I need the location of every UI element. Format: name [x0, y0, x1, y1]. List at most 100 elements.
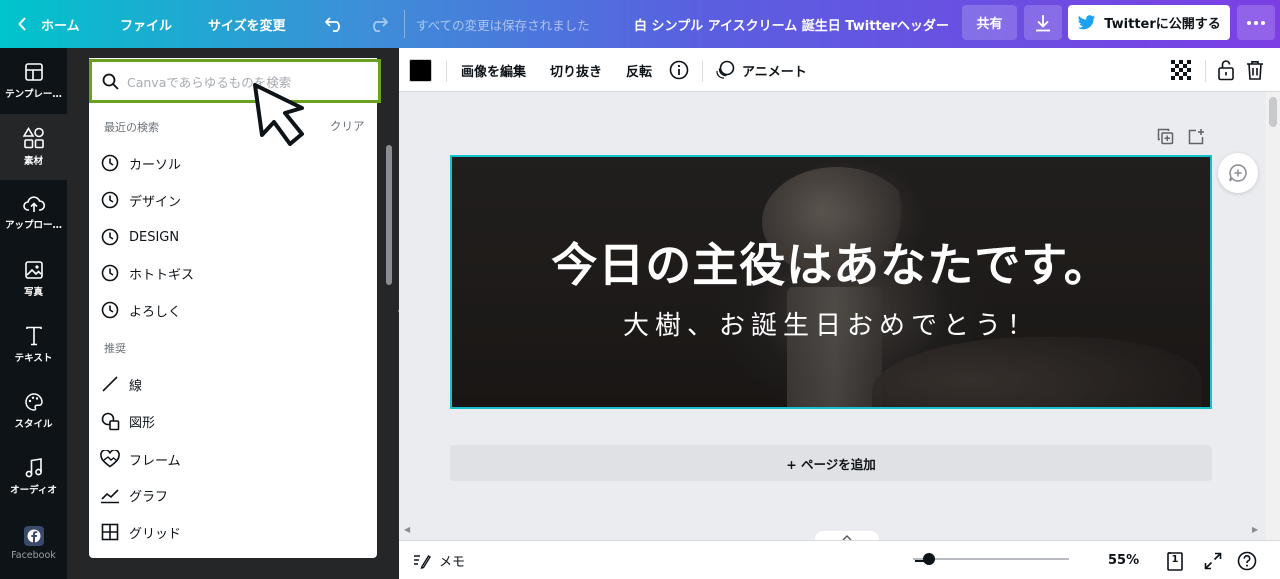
mouse-pointer-icon [252, 82, 322, 148]
text-icon [25, 326, 43, 346]
duplicate-page-icon[interactable] [1157, 128, 1174, 145]
rail-item-audio[interactable]: オーディオ [0, 444, 67, 510]
recommend-item-frame[interactable]: フレーム [100, 446, 360, 472]
rail-item-photos[interactable]: 写真 [0, 246, 67, 312]
recommend-item-shapes[interactable]: 図形 [100, 408, 360, 434]
recommend-item-line[interactable]: 線 [100, 371, 360, 397]
animate-label: アニメート [742, 64, 807, 80]
zoom-slider-track[interactable] [913, 558, 1069, 560]
recent-search-item[interactable]: よろしく [100, 297, 360, 323]
history-clock-icon [100, 263, 120, 283]
rail-item-templates[interactable]: テンプレー… [0, 48, 67, 114]
grid-icon [100, 522, 120, 542]
recent-searches-title: 最近の検索 [104, 121, 159, 134]
rail-label: オーディオ [10, 485, 57, 496]
zoom-percent[interactable]: 55% [1108, 541, 1139, 579]
scroll-left-arrow-icon[interactable]: ◀ [404, 525, 410, 534]
animate-button[interactable]: アニメート [715, 48, 807, 92]
help-button[interactable] [1237, 541, 1257, 579]
add-comment-button[interactable] [1218, 153, 1258, 193]
add-page-button[interactable]: + ページを追加 [450, 445, 1212, 481]
info-icon [669, 60, 689, 80]
help-question-icon [1237, 551, 1257, 571]
recent-search-label: デザイン [129, 194, 182, 210]
search-input[interactable]: Canvaであらゆるものを検索 [89, 59, 381, 103]
left-rail: テンプレー… 素材 アップロー… 写真 テキスト スタイル オーディオ Face… [0, 48, 67, 579]
rail-item-elements[interactable]: 素材 [0, 114, 67, 180]
add-page-icon[interactable] [1188, 128, 1205, 145]
page-count: 1 [1171, 553, 1179, 565]
document-title[interactable]: 白 シンプル アイスクリーム 誕生日 Twitterヘッダー [634, 0, 949, 48]
home-button[interactable]: ホーム [18, 0, 80, 48]
recent-search-label: カーソル [129, 157, 182, 173]
pages-icon: 1 [1165, 551, 1185, 571]
recent-search-label: DESIGN [129, 229, 180, 245]
design-subtitle-text[interactable]: 大樹、お誕生日おめでとう！ [452, 305, 1210, 342]
recent-search-item[interactable]: デザイン [100, 187, 360, 213]
rail-label: アップロー… [4, 220, 62, 231]
rail-label: Facebook [11, 549, 56, 561]
page-actions [1157, 128, 1205, 145]
rail-item-uploads[interactable]: アップロー… [0, 180, 67, 246]
bottom-bar: メモ 55% 1 [399, 540, 1280, 579]
crop-button[interactable]: 切り抜き [550, 48, 602, 92]
recommend-label: グラフ [129, 489, 169, 505]
undo-icon [325, 16, 345, 32]
panel-scrollbar[interactable] [386, 145, 392, 285]
more-dots-icon [1247, 20, 1265, 25]
line-icon [100, 374, 120, 394]
flip-button[interactable]: 反転 [626, 48, 652, 92]
recent-search-label: よろしく [129, 304, 182, 320]
clear-recent-button[interactable]: クリア [330, 118, 365, 134]
scrollbar-thumb[interactable] [1269, 97, 1277, 127]
recent-search-item[interactable]: カーソル [100, 150, 360, 176]
download-button[interactable] [1024, 5, 1062, 40]
palette-icon [24, 392, 44, 412]
recommend-item-chart[interactable]: グラフ [100, 482, 360, 508]
share-button[interactable]: 共有 [962, 5, 1017, 40]
notes-pencil-icon [413, 553, 431, 569]
page-count-button[interactable]: 1 [1165, 541, 1185, 579]
more-options-button[interactable] [1237, 5, 1275, 40]
lock-button[interactable] [1217, 48, 1235, 92]
color-swatch-button[interactable] [409, 48, 432, 92]
recommend-item-grid[interactable]: グリッド [100, 519, 360, 545]
recent-search-item[interactable]: DESIGN [100, 224, 360, 250]
info-button[interactable] [669, 48, 689, 92]
resize-button[interactable]: サイズを変更 [208, 0, 286, 48]
recommend-label: グリッド [129, 526, 182, 542]
chart-icon [100, 485, 120, 505]
animate-icon [715, 60, 735, 80]
redo-button[interactable] [368, 0, 388, 48]
notes-button[interactable]: メモ [413, 541, 465, 579]
notes-label: メモ [439, 555, 466, 570]
save-status: すべての変更は保存されました [416, 17, 590, 33]
facebook-icon [23, 525, 44, 546]
redo-icon [368, 16, 388, 32]
rail-item-text[interactable]: テキスト [0, 312, 67, 378]
transparency-button[interactable] [1171, 48, 1191, 92]
publish-twitter-button[interactable]: Twitterに公開する [1068, 5, 1230, 40]
recent-search-item[interactable]: ホトトギス [100, 260, 360, 286]
recent-search-label: ホトトギス [129, 267, 195, 283]
design-title-text[interactable]: 今日の主役はあなたです。 [452, 229, 1210, 295]
file-menu-button[interactable]: ファイル [120, 0, 172, 48]
history-clock-icon [100, 227, 120, 247]
rail-item-styles[interactable]: スタイル [0, 378, 67, 444]
canvas-vertical-scrollbar[interactable] [1266, 92, 1280, 540]
design-canvas[interactable]: 今日の主役はあなたです。 大樹、お誕生日おめでとう！ [450, 155, 1212, 409]
rail-item-facebook[interactable]: Facebook [0, 510, 67, 576]
publish-label: Twitterに公開する [1104, 17, 1221, 32]
scroll-right-arrow-icon[interactable]: ▶ [1252, 525, 1258, 534]
edit-image-button[interactable]: 画像を編集 [461, 48, 526, 92]
delete-button[interactable] [1246, 48, 1264, 92]
template-icon [24, 62, 44, 82]
topbar-divider [404, 10, 405, 38]
fullscreen-button[interactable] [1204, 541, 1222, 579]
top-bar: ホーム ファイル サイズを変更 すべての変更は保存されました 白 シンプル アイ… [0, 0, 1280, 48]
undo-button[interactable] [325, 0, 345, 48]
home-label: ホーム [41, 18, 80, 34]
toolbar-divider [1205, 60, 1206, 82]
shapes-icon [100, 411, 120, 431]
zoom-slider-thumb[interactable] [922, 553, 935, 565]
